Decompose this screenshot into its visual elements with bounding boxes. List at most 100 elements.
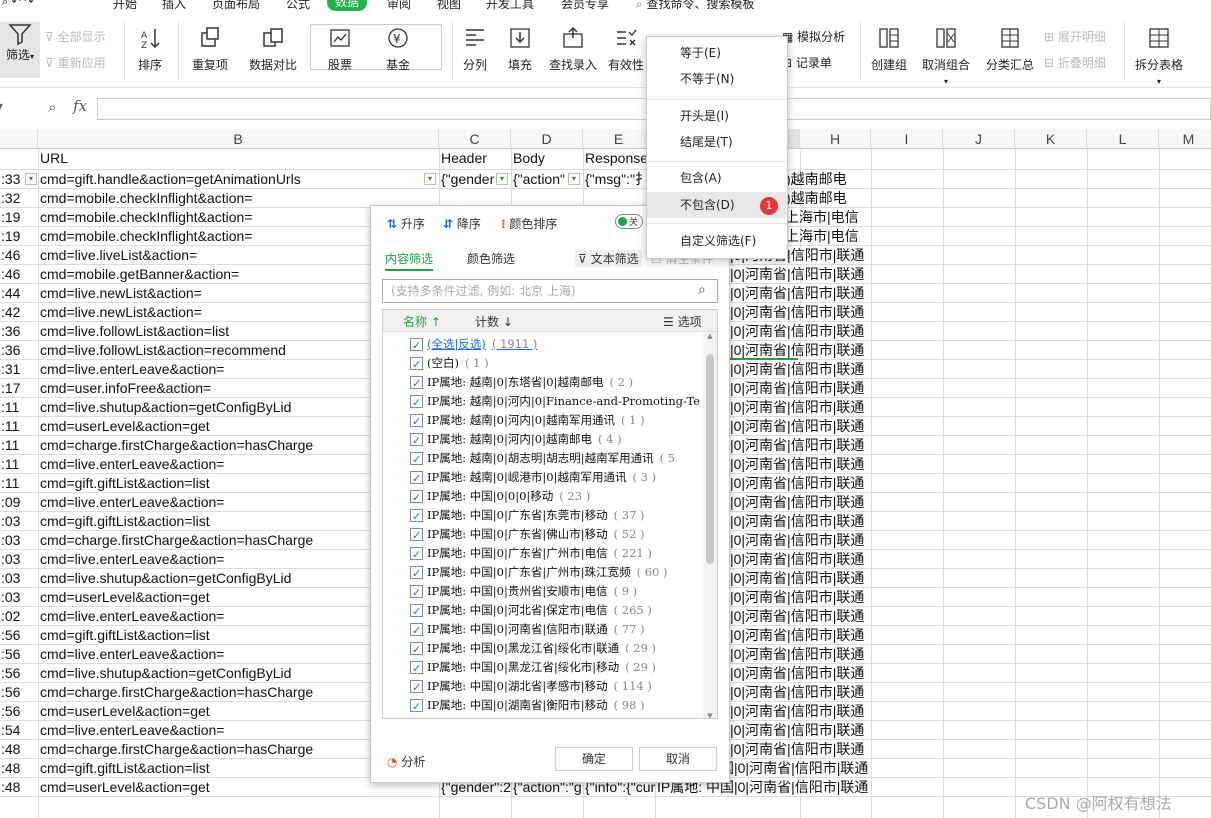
menu-contains[interactable]: 包含(A) [647, 165, 787, 191]
show-all-button[interactable]: ⊽ 全部显示 [45, 28, 106, 45]
funds-button[interactable]: ¥ 基金 [376, 26, 420, 73]
ip-location-cell[interactable]: |0|河南省|信阳市|联通 [730, 550, 970, 569]
url-header-cell[interactable]: URL [40, 149, 68, 168]
time-cell[interactable]: :11 [1, 398, 39, 417]
response-header-cell[interactable]: Response [585, 149, 655, 168]
item-checkbox[interactable] [410, 469, 423, 487]
column-header-m[interactable]: M [1159, 129, 1211, 149]
tab-developer[interactable]: 开发工具 [486, 0, 534, 12]
tab-formula[interactable]: 公式 [286, 0, 310, 12]
filter-list-item[interactable]: IP属地: 越南|0|河内|0|Finance-and-Promoting-Te [383, 392, 703, 411]
tab-view[interactable]: 视图 [437, 0, 461, 12]
list-scrollbar[interactable]: ▲ ▼ [703, 332, 717, 718]
scrollbar-thumb[interactable] [706, 354, 714, 564]
sort-button[interactable]: AZ 排序 [130, 26, 170, 73]
time-cell[interactable]: :19 [1, 227, 39, 246]
ip-location-cell[interactable]: |0|河南省|信阳市|联通 [730, 569, 970, 588]
ip-location-cell[interactable]: |0|河南省|信阳市|联通 [730, 683, 970, 702]
ip-location-cell[interactable]: |0|河南省|信阳市|联通 [730, 398, 970, 417]
filter-list-item[interactable]: IP属地: 中国|0|贵州省|安顺市|电信 ( 9 ) [383, 582, 703, 601]
filter-list-item[interactable]: IP属地: 中国|0|黑龙江省|绥化市|联通 ( 29 ) [383, 639, 703, 658]
stocks-button[interactable]: 股票 [318, 26, 362, 73]
filter-list-item[interactable]: IP属地: 越南|0|河内|0|越南邮电 ( 4 ) [383, 430, 703, 449]
column-header-l[interactable]: L [1087, 129, 1159, 149]
item-checkbox[interactable] [410, 545, 423, 563]
item-checkbox[interactable] [410, 697, 423, 715]
time-cell[interactable]: :11 [1, 455, 39, 474]
item-checkbox[interactable] [410, 640, 423, 658]
ip-location-cell[interactable]: |0|河南省|信阳市|联通 [730, 322, 970, 341]
toggle-switch[interactable]: 关 [615, 214, 643, 229]
filter-list-item[interactable]: IP属地: 越南|0|东塔省|0|越南邮电 ( 2 ) [383, 373, 703, 392]
collapse-detail-button[interactable]: ⊟ 折叠明细 [1044, 54, 1106, 71]
ungroup-button[interactable]: 取消组合 ▾ [916, 26, 976, 87]
time-cell[interactable]: :36 [1, 341, 39, 360]
column-header-j[interactable]: J [943, 129, 1015, 149]
filter-list-item[interactable]: IP属地: 中国|0|广东省|广州市|电信 ( 221 ) [383, 544, 703, 563]
item-checkbox[interactable] [410, 564, 423, 582]
time-cell[interactable]: :19 [1, 208, 39, 227]
time-cell[interactable]: :03 [1, 512, 39, 531]
item-checkbox[interactable] [410, 488, 423, 506]
ip-location-cell[interactable]: |0|河南省|信阳市|联通 [730, 455, 970, 474]
time-cell[interactable]: :42 [1, 303, 39, 322]
time-cell[interactable]: :46 [1, 246, 39, 265]
sort-descending-button[interactable]: ⇵ 降序 [443, 215, 481, 232]
column-header-h[interactable]: H [800, 129, 871, 149]
count-column-header[interactable]: 计数 ↓ [475, 313, 513, 330]
filter-dropdown-c[interactable]: ▾ [496, 173, 508, 185]
ip-location-cell[interactable]: |0|河南省|信阳市|联通 [730, 493, 970, 512]
ip-location-cell[interactable]: )越南邮电 [786, 170, 1026, 189]
time-cell[interactable]: :48 [1, 778, 39, 797]
item-checkbox[interactable] [412, 716, 421, 718]
ip-location-cell[interactable]: |0|河南省|信阳市|联通 [730, 607, 970, 626]
filter-list-item[interactable]: IP属地: 越南|0|胡志明|胡志明|越南军用通讯 ( 5 [383, 449, 703, 468]
ip-location-cell[interactable]: |0|河南省|信阳市|联通 [730, 265, 970, 284]
tab-content-filter[interactable]: 内容筛选 [385, 250, 434, 271]
filter-list-item[interactable]: IP属地: 中国|0|湖南省|衡阳市|移动 ( 98 ) [383, 696, 703, 715]
item-checkbox[interactable] [410, 659, 423, 677]
ip-location-cell[interactable]: |0|河南省|信阳市|联通 [730, 303, 970, 322]
item-checkbox[interactable] [410, 583, 423, 601]
data-compare-button[interactable]: 数据对比 [243, 26, 303, 73]
filter-dropdown-d[interactable]: ▾ [568, 173, 580, 185]
response-cell[interactable]: {"msg":"扌 [585, 170, 655, 189]
url-cell[interactable]: cmd=gift.handle&action=getAnimationUrls [40, 170, 438, 189]
filter-list-item[interactable]: IP属地: 中国|0|湖南省|长沙市|电信 ( 34 ) [383, 715, 703, 718]
item-checkbox[interactable] [410, 507, 423, 525]
reapply-button[interactable]: ⊽ 重新应用 [45, 54, 106, 71]
item-checkbox[interactable] [410, 355, 423, 373]
item-checkbox[interactable] [410, 526, 423, 544]
time-cell[interactable]: :54 [1, 721, 39, 740]
cancel-button[interactable]: 取消 [639, 747, 717, 771]
item-checkbox[interactable] [410, 621, 423, 639]
filter-search-input[interactable]: (支持多条件过滤, 例如: 北京 上海) [382, 279, 718, 303]
tab-page-layout[interactable]: 页面布局 [212, 0, 260, 12]
time-cell[interactable]: :56 [1, 683, 39, 702]
ip-location-cell[interactable]: |0|河南省|信阳市|联通 [730, 721, 970, 740]
ip-location-cell[interactable]: |0|河南省|信阳市|联通 [730, 379, 970, 398]
text-filter-button[interactable]: ⊽ 文本筛选 [575, 250, 642, 267]
time-cell[interactable]: :48 [1, 759, 39, 778]
lookup-entry-button[interactable]: 查找录入 [546, 26, 600, 73]
ip-location-cell[interactable]: 上海市|电信 [785, 208, 1025, 227]
time-cell[interactable]: :03 [1, 569, 39, 588]
menu-equals[interactable]: 等于(E) [647, 40, 787, 66]
ip-location-cell[interactable]: |0|河南省|信阳市|联通 [730, 436, 970, 455]
filter-list-item[interactable]: IP属地: 中国|0|河北省|保定市|电信 ( 265 ) [383, 601, 703, 620]
ip-location-cell[interactable]: |0|河南省|信阳市|联通 [730, 664, 970, 683]
time-cell[interactable]: :46 [1, 265, 39, 284]
ip-location-cell[interactable]: |0|河南省|信阳市|联通 [730, 360, 970, 379]
filter-dropdown-a[interactable]: ▾ [25, 173, 37, 185]
item-checkbox[interactable] [410, 374, 423, 392]
tab-data[interactable]: 数据 [327, 0, 368, 11]
fill-button[interactable]: 填充 [500, 26, 540, 73]
filter-list-item[interactable]: IP属地: 中国|0|广东省|佛山市|移动 ( 52 ) [383, 525, 703, 544]
tab-color-filter[interactable]: 颜色筛选 [467, 250, 515, 267]
filter-button[interactable]: 筛选▾ [0, 22, 40, 78]
item-checkbox[interactable] [410, 450, 423, 468]
tab-review[interactable]: 审阅 [387, 0, 411, 12]
ip-location-cell[interactable]: |0|河南省|信阳市|联通 [730, 645, 970, 664]
filter-list-item[interactable]: (空白) ( 1 ) [383, 354, 703, 373]
column-header-e[interactable]: E [583, 129, 655, 149]
